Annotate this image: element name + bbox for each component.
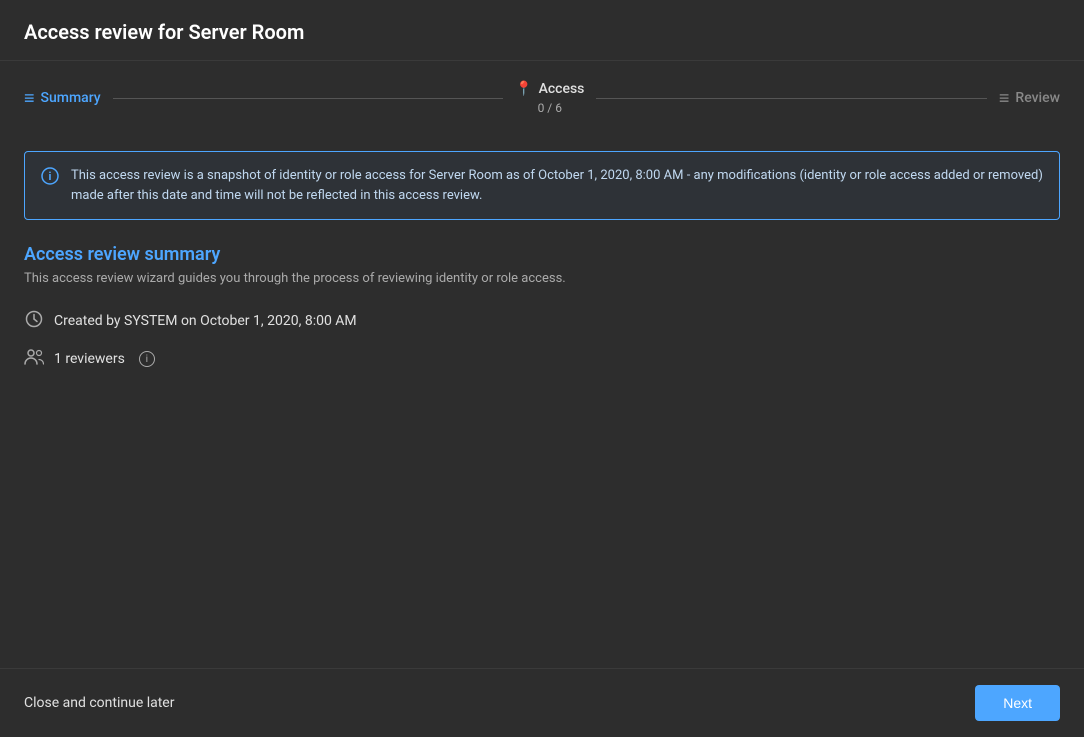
summary-section-title: Access review summary: [24, 244, 1060, 265]
info-banner-text: This access review is a snapshot of iden…: [71, 166, 1043, 205]
next-button[interactable]: Next: [975, 685, 1060, 721]
created-by-item: Created by SYSTEM on October 1, 2020, 8:…: [24, 310, 1060, 332]
list-icon: [24, 88, 35, 109]
reviewers-count-text: 1 reviewers: [54, 351, 125, 367]
step-line-2: [596, 98, 986, 99]
pin-icon: [515, 81, 532, 97]
wizard-step-review[interactable]: Review: [999, 88, 1060, 109]
step-summary-label: Summary: [41, 90, 101, 106]
summary-section-description: This access review wizard guides you thr…: [24, 271, 1060, 286]
step-review-label: Review: [1015, 90, 1060, 106]
created-by-text: Created by SYSTEM on October 1, 2020, 8:…: [54, 313, 357, 329]
step-access-label: Access: [539, 81, 585, 97]
svg-text:i: i: [49, 170, 52, 183]
header: Access review for Server Room: [0, 0, 1084, 61]
wizard-step-summary[interactable]: Summary: [24, 88, 101, 109]
reviewers-info-icon[interactable]: i: [139, 351, 155, 367]
clock-icon: [24, 310, 44, 332]
reviewers-item: 1 reviewers i: [24, 348, 1060, 370]
people-icon: [24, 348, 44, 370]
close-continue-later-link[interactable]: Close and continue later: [24, 695, 174, 711]
info-banner: i This access review is a snapshot of id…: [24, 151, 1060, 220]
wizard-steps: Summary Access 0 / 6 Review: [0, 61, 1084, 135]
info-circle-icon: i: [41, 167, 59, 189]
step-access-progress: 0 / 6: [538, 101, 562, 115]
page-container: Access review for Server Room Summary Ac…: [0, 0, 1084, 737]
wizard-step-access[interactable]: Access 0 / 6: [515, 81, 584, 115]
review-icon: [999, 88, 1010, 109]
page-title: Access review for Server Room: [24, 20, 1060, 44]
main-content: i This access review is a snapshot of id…: [0, 135, 1084, 668]
step-line-1: [113, 98, 503, 99]
footer: Close and continue later Next: [0, 668, 1084, 737]
